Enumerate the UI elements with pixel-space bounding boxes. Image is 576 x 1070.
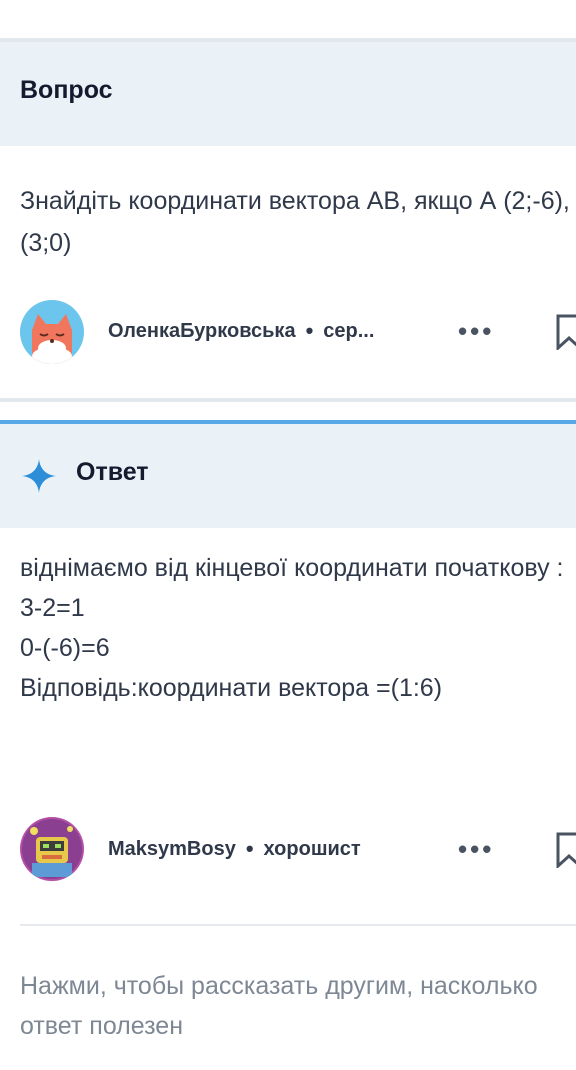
question-author-name[interactable]: ОленкаБурковська bbox=[108, 320, 296, 343]
answer-bookmark-icon[interactable] bbox=[556, 832, 576, 868]
answer-author-rank: хорошист bbox=[263, 837, 361, 860]
answer-line: 3-2=1 bbox=[20, 594, 85, 622]
answer-author-avatar[interactable] bbox=[20, 817, 84, 881]
cat-avatar-icon bbox=[20, 300, 84, 364]
answer-author: MaksymBosy • хорошист bbox=[108, 836, 361, 862]
author-separator: • bbox=[245, 836, 254, 861]
question-author-rank: сер... bbox=[323, 319, 375, 342]
robot-avatar-icon bbox=[20, 817, 84, 881]
question-header-label: Вопрос bbox=[20, 76, 113, 104]
answer-text: віднімаємо від кінцевої координати почат… bbox=[20, 548, 570, 708]
answer-header-label: Ответ bbox=[76, 458, 149, 486]
rate-answer-prompt[interactable]: Нажми, чтобы рассказать другим, наскольк… bbox=[20, 966, 540, 1046]
question-bookmark-icon[interactable] bbox=[556, 314, 576, 350]
answer-author-name[interactable]: MaksymBosy bbox=[108, 838, 236, 861]
feedback-divider bbox=[20, 924, 576, 926]
question-author: ОленкаБурковська • сер... bbox=[108, 318, 374, 344]
answer-line: віднімаємо від кінцевої координати почат… bbox=[20, 554, 564, 582]
answer-line: 0-(-6)=6 bbox=[20, 634, 110, 662]
sparkle-icon bbox=[22, 459, 56, 493]
answer-line: Відповідь:координати вектора =(1:6) bbox=[20, 674, 443, 702]
question-author-avatar[interactable] bbox=[20, 300, 84, 364]
question-more-button[interactable]: ••• bbox=[458, 316, 494, 347]
author-separator: • bbox=[305, 318, 314, 343]
section-divider bbox=[0, 398, 576, 402]
question-text: Знайдіть координати вектора АВ, якщо А (… bbox=[20, 187, 570, 257]
answer-more-button[interactable]: ••• bbox=[458, 834, 494, 865]
